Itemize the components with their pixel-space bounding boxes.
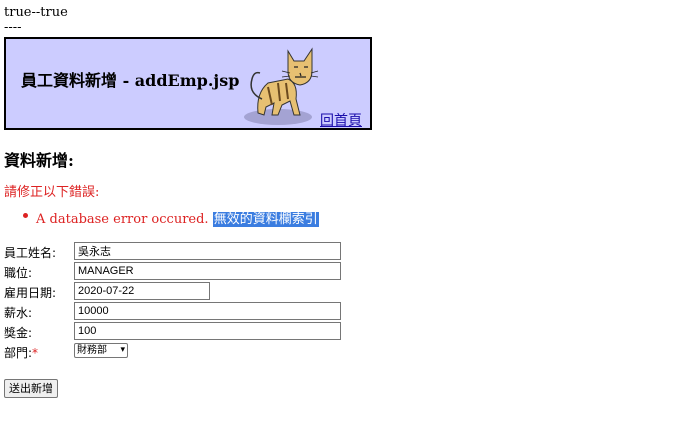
- submit-button[interactable]: 送出新增: [4, 379, 58, 398]
- hiredate-input[interactable]: [74, 282, 210, 300]
- home-link[interactable]: 回首頁: [320, 110, 362, 130]
- comm-input[interactable]: [74, 322, 341, 340]
- error-selected-text[interactable]: 無效的資料欄索引: [212, 212, 319, 227]
- sal-label: 薪水:: [4, 306, 33, 320]
- form-row-job: 職位:: [4, 262, 344, 280]
- debug-line-2: ----: [4, 20, 22, 35]
- deptno-select[interactable]: 財務部 ▾: [74, 343, 128, 358]
- form-row-deptno: 部門:* 財務部 ▾: [4, 342, 344, 360]
- form-row-hiredate: 雇用日期:: [4, 282, 344, 300]
- header-banner: 員工資料新增 - addEmp.jsp 回首頁: [4, 37, 372, 130]
- section-title: 資料新增:: [4, 151, 74, 170]
- page-title: 員工資料新增 - addEmp.jsp: [21, 71, 240, 90]
- error-heading: 請修正以下錯誤:: [4, 185, 100, 200]
- form-row-sal: 薪水:: [4, 302, 344, 320]
- form-row-ename: 員工姓名:: [4, 242, 344, 260]
- bullet-icon: [23, 213, 28, 218]
- form-row-comm: 獎金:: [4, 322, 344, 340]
- deptno-label: 部門:*: [4, 344, 38, 361]
- ename-label: 員工姓名:: [4, 246, 57, 260]
- sal-input[interactable]: [74, 302, 341, 320]
- deptno-label-text: 部門:: [4, 346, 33, 360]
- hiredate-label: 雇用日期:: [4, 286, 57, 300]
- ename-input[interactable]: [74, 242, 341, 260]
- tomcat-logo: [244, 47, 319, 125]
- error-item: A database error occured. 無效的資料欄索引: [22, 208, 319, 227]
- debug-line-1: true--true: [4, 5, 68, 20]
- job-input[interactable]: [74, 262, 341, 280]
- job-label: 職位:: [4, 266, 33, 280]
- required-mark: *: [32, 346, 39, 360]
- error-text: A database error occured.: [36, 212, 213, 227]
- comm-label: 獎金:: [4, 326, 33, 340]
- error-list: A database error occured. 無效的資料欄索引: [22, 208, 319, 227]
- deptno-selected-value: 財務部: [77, 345, 107, 356]
- chevron-down-icon: ▾: [120, 345, 125, 355]
